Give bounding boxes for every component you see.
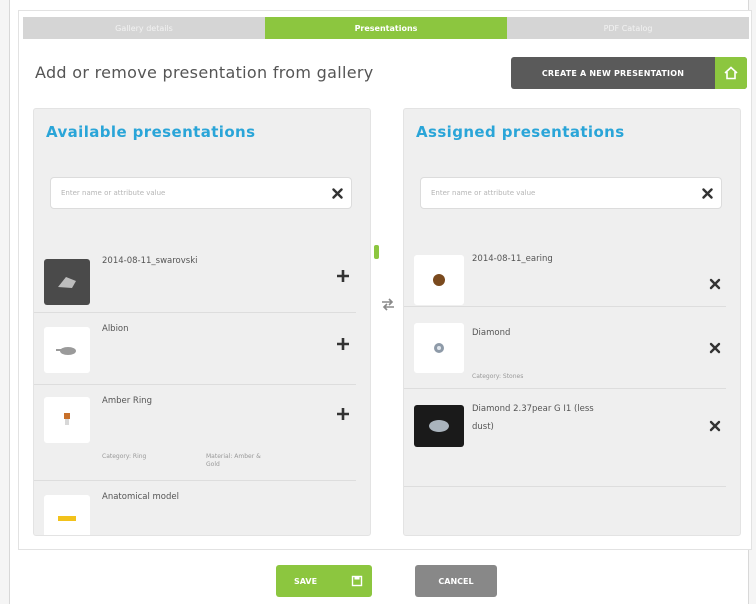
item-name: Diamond — [472, 328, 511, 338]
item-name: Diamond 2.37pear G I1 (less — [472, 404, 594, 414]
list-item[interactable]: Albion — [34, 313, 356, 385]
available-search — [50, 177, 352, 209]
available-title: Available presentations — [46, 123, 256, 141]
item-name: Amber Ring — [102, 396, 152, 406]
close-icon[interactable] — [706, 339, 724, 357]
swap-arrows-icon — [377, 293, 399, 315]
list-item[interactable]: Diamond 2.37pear G I1 (less dust) — [404, 389, 726, 487]
item-thumbnail — [414, 255, 464, 305]
plus-icon[interactable] — [334, 335, 352, 353]
assigned-search — [420, 177, 722, 209]
item-thumbnail — [414, 323, 464, 373]
available-scrollbar-thumb[interactable] — [374, 245, 379, 259]
tab-pdf-catalog[interactable]: PDF Catalog — [507, 17, 749, 39]
list-item[interactable]: Amber Ring Category: Ring Material: Ambe… — [34, 385, 356, 481]
item-thumbnail — [44, 397, 90, 443]
available-search-input[interactable] — [51, 189, 323, 197]
item-name: 2014-08-11_earing — [472, 254, 553, 264]
tab-presentations[interactable]: Presentations — [265, 17, 507, 39]
save-icon — [342, 575, 372, 587]
assigned-panel: Assigned presentations 2014-08-11_earing — [403, 108, 741, 536]
assigned-list: 2014-08-11_earing Diamond Category: Ston… — [404, 239, 726, 487]
save-label: SAVE — [294, 576, 318, 586]
item-name: Albion — [102, 324, 129, 334]
assigned-title: Assigned presentations — [416, 123, 625, 141]
item-name: 2014-08-11_swarovski — [102, 256, 198, 266]
item-name: Anatomical model — [102, 492, 179, 502]
create-presentation-button[interactable]: CREATE A NEW PRESENTATION — [511, 57, 747, 89]
tab-gallery-details[interactable]: Gallery details — [23, 17, 265, 39]
list-item[interactable]: Anatomical model — [34, 481, 356, 535]
close-icon[interactable] — [706, 275, 724, 293]
item-name-continued: dust) — [472, 422, 494, 432]
close-icon[interactable] — [323, 187, 351, 199]
list-item[interactable]: 2014-08-11_swarovski — [34, 239, 356, 313]
item-thumbnail — [44, 327, 90, 373]
available-list: 2014-08-11_swarovski Albion Amber Ring C… — [34, 239, 356, 535]
close-icon[interactable] — [693, 187, 721, 199]
save-button[interactable]: SAVE — [276, 565, 372, 597]
item-thumbnail — [44, 495, 90, 535]
background-left-edge — [0, 0, 10, 604]
close-icon[interactable] — [706, 417, 724, 435]
cancel-button[interactable]: CANCEL — [415, 565, 497, 597]
assigned-search-input[interactable] — [421, 189, 693, 197]
item-thumbnail — [414, 405, 464, 447]
create-presentation-label: CREATE A NEW PRESENTATION — [541, 68, 685, 78]
gallery-dialog: Gallery details Presentations PDF Catalo… — [18, 10, 752, 550]
item-category: Category: Stones — [472, 373, 524, 380]
list-item[interactable]: Diamond Category: Stones — [404, 307, 726, 389]
available-panel: Available presentations 2014-08-11_swaro… — [33, 108, 371, 536]
plus-icon[interactable] — [334, 267, 352, 285]
list-item[interactable]: 2014-08-11_earing — [404, 239, 726, 307]
item-material: Material: Amber & Gold — [206, 453, 261, 468]
item-category: Category: Ring — [102, 453, 147, 460]
plus-icon[interactable] — [334, 405, 352, 423]
item-thumbnail — [44, 259, 90, 305]
home-icon — [715, 57, 747, 89]
tab-bar: Gallery details Presentations PDF Catalo… — [23, 17, 749, 39]
page-title: Add or remove presentation from gallery — [35, 63, 374, 82]
